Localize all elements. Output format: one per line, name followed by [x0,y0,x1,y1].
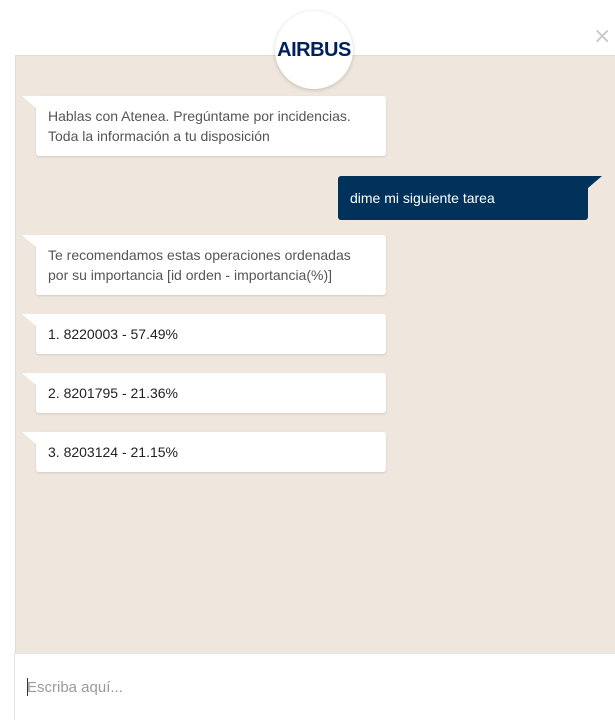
airbus-logo: AIRBUS [275,11,353,89]
bot-message: 2. 8201795 - 21.36% [22,373,386,413]
chat-messages-area: Hablas con Atenea. Pregúntame por incide… [15,55,615,653]
message-text: dime mi siguiente tarea [350,190,495,206]
bot-message: 3. 8203124 - 21.15% [22,432,386,472]
message-text: Hablas con Atenea. Pregúntame por incide… [48,108,351,144]
message-text: 1. 8220003 - 57.49% [48,326,178,342]
bot-message: 1. 8220003 - 57.49% [22,314,386,354]
message-input[interactable] [27,674,597,700]
chat-widget: AIRBUS × Hablas con Atenea. Pregúntame p… [0,0,615,720]
message-text: Te recomendamos estas operaciones ordena… [48,247,351,283]
logo-text: AIRBUS [277,38,351,61]
user-message: dime mi siguiente tarea [338,176,602,220]
message-text: 2. 8201795 - 21.36% [48,385,178,401]
bot-message: Hablas con Atenea. Pregúntame por incide… [22,96,386,156]
message-composer [14,653,615,720]
close-icon[interactable]: × [593,26,611,48]
message-text: 3. 8203124 - 21.15% [48,444,178,460]
bot-message: Te recomendamos estas operaciones ordena… [22,235,386,295]
